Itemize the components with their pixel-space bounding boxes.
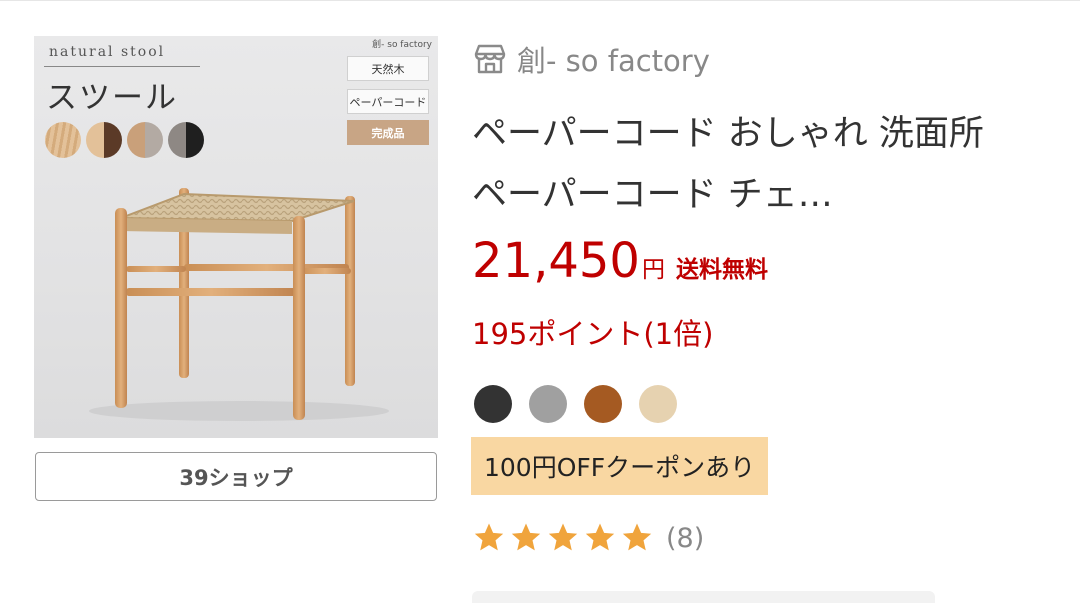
shop-name: 創- so factory [517, 44, 710, 78]
star-rating [472, 521, 654, 555]
star-icon [622, 523, 652, 551]
product-image[interactable]: natural stool スツール 創- so factory 天然木 ペーパ… [34, 36, 438, 438]
image-tag-assembled: 完成品 [347, 120, 429, 145]
image-brand: 創- so factory [372, 40, 432, 50]
star-icon [585, 523, 615, 551]
image-tag-natural-wood: 天然木 [347, 56, 429, 81]
coupon-badge[interactable]: 100円OFFクーポンあり [471, 437, 769, 495]
points-label: 195ポイント(1倍) [472, 317, 714, 351]
price-unit: 円 [641, 257, 665, 283]
color-options [474, 385, 677, 423]
top-divider [0, 0, 1080, 1]
image-tag-paper-cord: ペーパーコード [347, 89, 429, 114]
shop-link[interactable]: 創- so factory [472, 38, 710, 80]
rating[interactable]: (8) [472, 521, 704, 555]
swatch-natural [45, 122, 81, 158]
product-title[interactable]: ペーパーコード おしゃれ 洗面所 ペーパーコード チェ… [472, 104, 1012, 226]
next-item-card [472, 591, 935, 603]
swatch-walnut [86, 122, 122, 158]
free-shipping-label: 送料無料 [675, 257, 768, 283]
price-line: 21,450 円 送料無料 [472, 233, 768, 289]
star-icon [548, 523, 578, 551]
color-option-brown[interactable] [584, 385, 622, 423]
star-icon [511, 523, 541, 551]
shop-39-button[interactable]: 39ショップ [35, 452, 437, 501]
image-divider [44, 66, 200, 67]
color-option-black[interactable] [474, 385, 512, 423]
price-value: 21,450 [472, 233, 640, 289]
image-subtitle: natural stool [49, 44, 166, 60]
store-icon [474, 44, 506, 74]
image-swatches [45, 122, 204, 158]
star-icon [474, 523, 504, 551]
color-option-beige[interactable] [639, 385, 677, 423]
color-option-gray[interactable] [529, 385, 567, 423]
swatch-gray-natural [127, 122, 163, 158]
swatch-black [168, 122, 204, 158]
review-count: (8) [666, 522, 705, 554]
image-title: スツール [46, 80, 178, 116]
